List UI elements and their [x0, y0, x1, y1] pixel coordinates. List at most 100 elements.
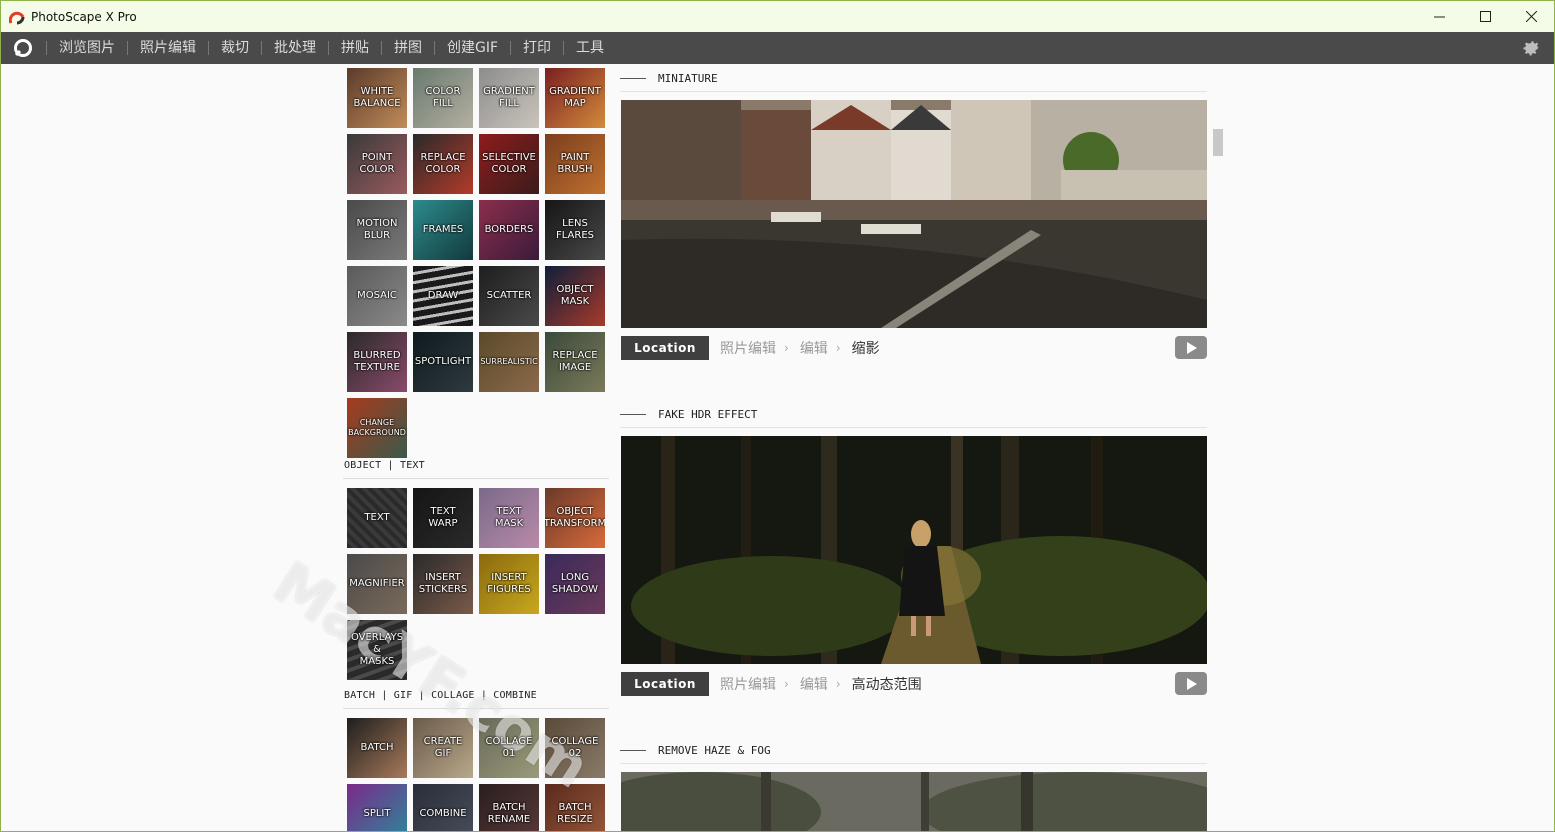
tool-tile-spotlight[interactable]: SPOTLIGHT: [413, 332, 473, 392]
haze-photo: [621, 772, 1207, 831]
app-window: PhotoScape X Pro 浏览图片 照片编辑 裁切 批处理 拼贴 拼图 …: [0, 0, 1555, 832]
close-icon: [1525, 11, 1537, 22]
tool-tile-lens-flares[interactable]: LENS FLARES: [545, 200, 605, 260]
feed-image-remove-haze[interactable]: [621, 772, 1207, 831]
tool-tile-insert-figures[interactable]: INSERT FIGURES: [479, 554, 539, 614]
tool-tile-label: COLOR FILL: [425, 86, 461, 109]
tool-tile-borders[interactable]: BORDERS: [479, 200, 539, 260]
feed-item-header: MINIATURE: [620, 67, 1207, 89]
menu-create-gif[interactable]: 创建GIF: [435, 32, 510, 64]
tool-tile-surrealistic[interactable]: SURREALISTIC: [479, 332, 539, 392]
tool-tile-overlays-masks[interactable]: OVERLAYS & MASKS: [347, 620, 407, 680]
tool-tile-collage-02[interactable]: COLLAGE 02: [545, 718, 605, 778]
menu-editor[interactable]: 照片编辑: [128, 32, 208, 64]
play-video-button[interactable]: [1175, 672, 1207, 695]
tool-tile-batch-resize[interactable]: BATCH RESIZE: [545, 784, 605, 831]
crumb-editor[interactable]: 照片编辑: [720, 674, 776, 694]
tool-tile-selective-color[interactable]: SELECTIVE COLOR: [479, 134, 539, 194]
tool-tile-object-mask[interactable]: OBJECT MASK: [545, 266, 605, 326]
menu-batch[interactable]: 批处理: [262, 32, 328, 64]
header-dash: [620, 413, 646, 415]
tool-tile-text[interactable]: TEXT: [347, 488, 407, 548]
crumb-miniature[interactable]: 缩影: [852, 338, 880, 358]
tool-tile-text-warp[interactable]: TEXT WARP: [413, 488, 473, 548]
chevron-right-icon: ›: [784, 341, 789, 355]
feed-image-fake-hdr[interactable]: [621, 436, 1207, 664]
tool-tile-label: CREATE GIF: [423, 736, 463, 759]
tool-tile-long-shadow[interactable]: LONG SHADOW: [545, 554, 605, 614]
tool-tile-point-color[interactable]: POINT COLOR: [347, 134, 407, 194]
menu-combine[interactable]: 拼图: [382, 32, 434, 64]
header-dash: [620, 749, 646, 751]
tool-tile-batch-rename[interactable]: BATCH RENAME: [479, 784, 539, 831]
tool-tile-insert-stickers[interactable]: INSERT STICKERS: [413, 554, 473, 614]
tool-tile-combine[interactable]: COMBINE: [413, 784, 473, 831]
feed-divider: [620, 427, 1207, 428]
crumb-edit[interactable]: 编辑: [800, 338, 828, 358]
menu-cut-out[interactable]: 裁切: [209, 32, 261, 64]
feed-scrollbar-thumb[interactable]: [1213, 129, 1223, 156]
tool-tile-label: WHITE BALANCE: [353, 86, 401, 109]
section-divider: [343, 478, 609, 479]
effects-tile-grid: WHITE BALANCE COLOR FILL GRADIENT FILL GRAD…: [347, 68, 605, 458]
tool-tile-split[interactable]: SPLIT: [347, 784, 407, 831]
tool-tile-label: BATCH: [360, 742, 394, 753]
crumb-editor[interactable]: 照片编辑: [720, 338, 776, 358]
feed-item-title: REMOVE HAZE & FOG: [658, 743, 771, 757]
tool-tile-label: COLLAGE 01: [485, 736, 533, 759]
tool-tile-magnifier[interactable]: MAGNIFIER: [347, 554, 407, 614]
tool-tile-label: TEXT MASK: [494, 506, 524, 529]
feed-image-miniature[interactable]: [621, 100, 1207, 328]
tool-tile-object-transform[interactable]: OBJECT TRANSFORM: [545, 488, 605, 548]
photoscape-logo-icon: [9, 11, 25, 24]
location-button[interactable]: Location: [621, 336, 709, 360]
tool-tile-mosaic[interactable]: MOSAIC: [347, 266, 407, 326]
menu-tools[interactable]: 工具: [564, 32, 616, 64]
tool-tile-replace-color[interactable]: REPLACE COLOR: [413, 134, 473, 194]
tool-tile-text-mask[interactable]: TEXT MASK: [479, 488, 539, 548]
tool-tile-label: MOTION BLUR: [356, 218, 398, 241]
main-menu-bar: 浏览图片 照片编辑 裁切 批处理 拼贴 拼图 创建GIF 打印 工具: [1, 32, 1554, 64]
tool-tile-label: LENS FLARES: [555, 218, 594, 241]
tool-tile-label: OVERLAYS & MASKS: [350, 632, 404, 667]
tool-tile-white-balance[interactable]: WHITE BALANCE: [347, 68, 407, 128]
content-area: WHITE BALANCE COLOR FILL GRADIENT FILL GRAD…: [1, 64, 1554, 831]
tool-tile-gradient-map[interactable]: GRADIENT MAP: [545, 68, 605, 128]
batch-tile-grid: BATCH CREATE GIF COLLAGE 01 COLLAGE 02 SPLIT…: [347, 718, 605, 831]
minimize-button[interactable]: [1416, 1, 1462, 32]
settings-gear-icon[interactable]: [1520, 37, 1542, 59]
play-icon: [1187, 677, 1197, 690]
tool-tile-blurred-texture[interactable]: BLURRED TEXTURE: [347, 332, 407, 392]
minimize-icon: [1433, 16, 1445, 18]
crumb-edit[interactable]: 编辑: [800, 674, 828, 694]
tool-tile-label: SPLIT: [363, 808, 391, 819]
tool-tile-scatter[interactable]: SCATTER: [479, 266, 539, 326]
tool-tile-replace-image[interactable]: REPLACE IMAGE: [545, 332, 605, 392]
tool-tile-color-fill[interactable]: COLOR FILL: [413, 68, 473, 128]
tools-panel: WHITE BALANCE COLOR FILL GRADIENT FILL GRAD…: [343, 64, 609, 831]
chevron-right-icon: ›: [835, 677, 841, 691]
tool-tile-gradient-fill[interactable]: GRADIENT FILL: [479, 68, 539, 128]
chevron-right-icon: ›: [784, 677, 789, 691]
menu-collage[interactable]: 拼贴: [329, 32, 381, 64]
location-row: Location 照片编辑 › 编辑 › 缩影: [621, 336, 1207, 360]
tool-tile-draw[interactable]: DRAW: [413, 266, 473, 326]
crumb-hdr[interactable]: 高动态范围: [852, 674, 922, 694]
maximize-button[interactable]: [1462, 1, 1508, 32]
close-button[interactable]: [1508, 1, 1554, 32]
tool-tile-label: INSERT FIGURES: [487, 572, 531, 595]
tool-tile-collage-01[interactable]: COLLAGE 01: [479, 718, 539, 778]
play-video-button[interactable]: [1175, 336, 1207, 359]
tool-tile-change-background[interactable]: CHANGE BACKGROUND: [347, 398, 407, 458]
home-logo-icon[interactable]: [12, 37, 34, 59]
tool-tile-label: BORDERS: [484, 224, 534, 235]
location-button[interactable]: Location: [621, 672, 709, 696]
tool-tile-batch[interactable]: BATCH: [347, 718, 407, 778]
tool-tile-motion-blur[interactable]: MOTION BLUR: [347, 200, 407, 260]
tool-tile-frames[interactable]: FRAMES: [413, 200, 473, 260]
menu-print[interactable]: 打印: [511, 32, 563, 64]
tool-tile-create-gif[interactable]: CREATE GIF: [413, 718, 473, 778]
tool-tile-paint-brush[interactable]: PAINT BRUSH: [545, 134, 605, 194]
tool-tile-label: TEXT WARP: [428, 506, 458, 529]
menu-viewer[interactable]: 浏览图片: [47, 32, 127, 64]
